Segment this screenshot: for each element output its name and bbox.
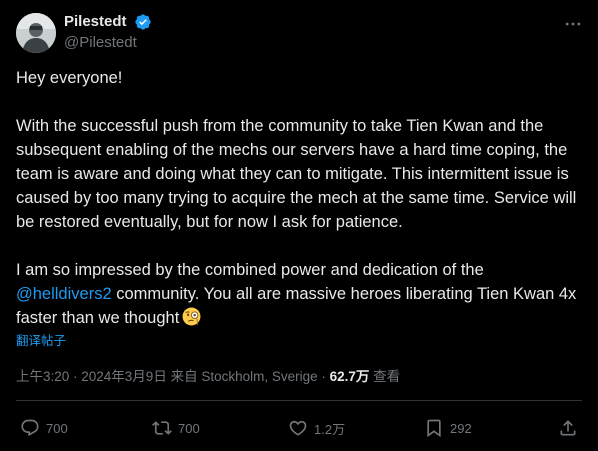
mention-link[interactable]: @helldivers2 <box>16 285 112 303</box>
repost-button[interactable]: 700 <box>152 414 200 442</box>
author-name[interactable]: Pilestedt <box>64 13 127 31</box>
avatar[interactable] <box>16 13 56 53</box>
like-button[interactable]: 1.2万 <box>288 414 345 442</box>
share-button[interactable] <box>558 414 584 442</box>
reply-count: 700 <box>46 420 68 436</box>
verified-badge-icon <box>135 14 151 30</box>
views-count: 62.7万 <box>329 369 370 384</box>
heart-icon <box>289 420 307 436</box>
tweet-greeting: Hey everyone! <box>16 69 123 87</box>
reply-icon <box>21 419 39 437</box>
tweet-metadata: 上午3:20 · 2024年3月9日 来自 Stockholm, Sverige… <box>16 368 400 386</box>
tweet-text: Hey everyone! With the successful push f… <box>16 66 586 330</box>
repost-icon <box>152 421 172 435</box>
tweet-paragraph-3-intro: I am so impressed by the combined power … <box>16 261 484 279</box>
tweet-paragraph-3: I am so impressed by the combined power … <box>16 258 586 330</box>
like-count: 1.2万 <box>314 421 346 437</box>
bookmark-icon <box>427 419 441 438</box>
avatar-image <box>16 13 56 53</box>
face-with-monocle-icon <box>182 307 201 326</box>
translate-link[interactable]: 翻译帖子 <box>16 333 66 349</box>
repost-count: 700 <box>178 420 200 436</box>
divider <box>16 400 582 401</box>
tweet-paragraph-2: With the successful push from the commun… <box>16 117 577 231</box>
reply-button[interactable]: 700 <box>20 414 68 442</box>
action-bar: 700 700 1.2万 292 <box>0 414 598 442</box>
bookmark-button[interactable]: 292 <box>424 414 472 442</box>
bookmark-count: 292 <box>450 420 472 436</box>
more-options-icon[interactable] <box>563 14 583 34</box>
author-handle[interactable]: @Pilestedt <box>64 34 137 52</box>
views-label: 查看 <box>369 369 401 384</box>
time-and-place[interactable]: 上午3:20 · 2024年3月9日 来自 Stockholm, Sverige… <box>16 369 330 384</box>
share-icon <box>560 420 576 436</box>
